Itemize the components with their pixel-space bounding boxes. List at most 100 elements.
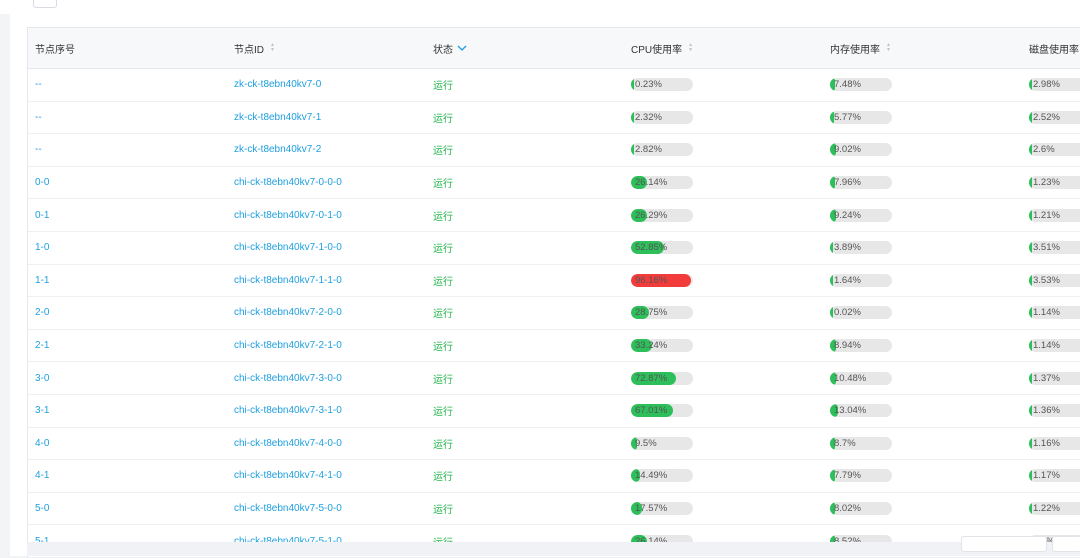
disk-usage-bar-fill — [1029, 176, 1032, 190]
memory-usage-bar: 10.48% — [830, 371, 892, 385]
cpu-usage-bar: 14.49% — [631, 469, 693, 483]
disk-usage-bar-value: 1.21% — [1033, 209, 1060, 221]
memory-usage-bar-value: 8.94% — [834, 340, 861, 352]
table-row: -- zk-ck-t8ebn40kv7-0 运行 0.23% 7.48% 2.9… — [28, 69, 1080, 102]
cpu-usage-bar-value: 17.57% — [635, 503, 668, 515]
node-id-link[interactable]: chi-ck-t8ebn40kv7-1-1-0 — [234, 265, 342, 297]
disk-usage-bar: 1.14% — [1029, 306, 1080, 320]
disk-usage-bar: 1.21% — [1029, 208, 1080, 222]
chevron-down-icon[interactable] — [457, 43, 467, 53]
disk-usage-bar: 1.14% — [1029, 339, 1080, 353]
memory-usage-bar: 7.79% — [830, 469, 892, 483]
table-row: -- zk-ck-t8ebn40kv7-1 运行 2.32% 5.77% 2.5… — [28, 101, 1080, 135]
header-status[interactable]: 状态 — [433, 28, 467, 68]
disk-usage-bar-value: 3.51% — [1033, 242, 1060, 254]
header-node-id[interactable]: 节点ID ▲ ▼ — [234, 28, 275, 68]
status-text: 运行 — [433, 309, 453, 321]
node-id-link[interactable]: zk-ck-t8ebn40kv7-1 — [234, 102, 321, 134]
sort-icon[interactable]: ▲ ▼ — [688, 43, 693, 53]
cpu-usage-bar: 9.5% — [631, 436, 693, 450]
memory-usage-bar: 0.02% — [830, 306, 892, 320]
memory-usage-bar: 8.02% — [830, 502, 892, 516]
node-index: 1-0 — [35, 242, 50, 254]
sort-icon[interactable]: ▲ ▼ — [886, 43, 891, 53]
node-id-link[interactable]: chi-ck-t8ebn40kv7-2-0-0 — [234, 297, 342, 329]
node-id-link[interactable]: chi-ck-t8ebn40kv7-3-0-0 — [234, 362, 342, 394]
cpu-usage-bar-fill — [631, 110, 634, 124]
node-id-link[interactable]: zk-ck-t8ebn40kv7-2 — [234, 134, 321, 166]
disk-usage-bar-fill — [1029, 436, 1032, 450]
sort-icon[interactable]: ▲ ▼ — [270, 43, 275, 53]
node-id-link[interactable]: chi-ck-t8ebn40kv7-4-0-0 — [234, 428, 342, 460]
node-id-link[interactable]: chi-ck-t8ebn40kv7-0-0-0 — [234, 167, 342, 199]
disk-usage-bar-fill — [1029, 339, 1032, 353]
memory-usage-bar-value: 5.77% — [834, 111, 861, 123]
disk-usage-bar: 1.16% — [1029, 436, 1080, 450]
disk-usage-bar-value: 1.16% — [1033, 437, 1060, 449]
table-row: 2-1 chi-ck-t8ebn40kv7-2-1-0 运行 33.24% 8.… — [28, 329, 1080, 363]
cpu-usage-bar-value: 67.01% — [635, 405, 668, 417]
cpu-usage-bar-value: 72.87% — [635, 372, 668, 384]
page-jump-input[interactable] — [1052, 536, 1080, 552]
page-size-select[interactable] — [961, 536, 1047, 552]
status-text: 运行 — [433, 211, 453, 223]
disk-usage-bar-fill — [1029, 78, 1032, 92]
cpu-usage-bar: 96.16% — [631, 273, 693, 287]
node-index: -- — [35, 144, 42, 156]
node-id-link[interactable]: chi-ck-t8ebn40kv7-4-1-0 — [234, 460, 342, 492]
disk-usage-bar-value: 1.23% — [1033, 177, 1060, 189]
status-text: 运行 — [433, 179, 453, 191]
node-index: 1-1 — [35, 274, 50, 286]
memory-usage-bar: 9.24% — [830, 208, 892, 222]
table-row: 2-0 chi-ck-t8ebn40kv7-2-0-0 运行 28.75% 0.… — [28, 297, 1080, 330]
memory-usage-bar: 7.96% — [830, 176, 892, 190]
disk-usage-bar-fill — [1029, 502, 1032, 516]
cpu-usage-bar-value: 96.16% — [635, 274, 668, 286]
table-row: 4-1 chi-ck-t8ebn40kv7-4-1-0 运行 14.49% 7.… — [28, 460, 1080, 493]
cpu-usage-bar: 33.24% — [631, 339, 693, 353]
node-id-link[interactable]: chi-ck-t8ebn40kv7-2-1-0 — [234, 330, 342, 362]
cpu-usage-bar-value: 0.23% — [635, 79, 662, 91]
cpu-usage-bar: 26.14% — [631, 176, 693, 190]
node-index: 2-1 — [35, 340, 50, 352]
disk-usage-bar-fill — [1029, 404, 1032, 418]
memory-usage-bar: 3.89% — [830, 241, 892, 255]
disk-usage-bar-value: 1.14% — [1033, 307, 1060, 319]
node-id-link[interactable]: chi-ck-t8ebn40kv7-0-1-0 — [234, 199, 342, 231]
status-text: 运行 — [433, 81, 453, 93]
disk-usage-bar: 2.6% — [1029, 143, 1080, 157]
node-id-link[interactable]: chi-ck-t8ebn40kv7-1-0-0 — [234, 232, 342, 264]
memory-usage-bar-value: 8.02% — [834, 503, 861, 515]
node-table: 节点序号 节点ID ▲▼ 状态 CPU使用率 ▲▼ 内存使用率 ▲▼ 磁盘 — [27, 27, 1080, 558]
disk-usage-bar-value: 1.37% — [1033, 372, 1060, 384]
disk-usage-bar: 2.98% — [1029, 78, 1080, 92]
memory-usage-bar-value: 3.89% — [834, 242, 861, 254]
node-id-link[interactable]: chi-ck-t8ebn40kv7-3-1-0 — [234, 395, 342, 427]
node-index: 3-1 — [35, 405, 50, 417]
header-disk[interactable]: 磁盘使用率 — [1029, 28, 1079, 68]
table-row: 0-0 chi-ck-t8ebn40kv7-0-0-0 运行 26.14% 7.… — [28, 166, 1080, 200]
disk-usage-bar-fill — [1029, 110, 1032, 124]
memory-usage-bar-value: 1.64% — [834, 274, 861, 286]
disk-usage-bar: 1.23% — [1029, 176, 1080, 190]
table-row: 4-0 chi-ck-t8ebn40kv7-4-0-0 运行 9.5% 8.7%… — [28, 427, 1080, 461]
status-text: 运行 — [433, 439, 453, 451]
toolbar-button[interactable] — [33, 0, 57, 8]
cpu-usage-bar: 67.01% — [631, 404, 693, 418]
node-id-link[interactable]: chi-ck-t8ebn40kv7-5-0-0 — [234, 493, 342, 525]
disk-usage-bar: 1.36% — [1029, 404, 1080, 418]
status-text: 运行 — [433, 374, 453, 386]
node-id-link[interactable]: zk-ck-t8ebn40kv7-0 — [234, 69, 321, 101]
disk-usage-bar-fill — [1029, 306, 1032, 320]
cpu-usage-bar-value: 52.85% — [635, 242, 668, 254]
memory-usage-bar: 9.02% — [830, 143, 892, 157]
table-row: 3-1 chi-ck-t8ebn40kv7-3-1-0 运行 67.01% 13… — [28, 394, 1080, 428]
cpu-usage-bar: 52.85% — [631, 241, 693, 255]
status-text: 运行 — [433, 472, 453, 484]
memory-usage-bar: 1.64% — [830, 273, 892, 287]
node-index: 4-0 — [35, 437, 50, 449]
header-cpu[interactable]: CPU使用率 ▲ ▼ — [631, 28, 693, 68]
memory-usage-bar-fill — [830, 273, 833, 287]
header-memory[interactable]: 内存使用率 ▲ ▼ — [830, 28, 891, 68]
status-text: 运行 — [433, 146, 453, 158]
